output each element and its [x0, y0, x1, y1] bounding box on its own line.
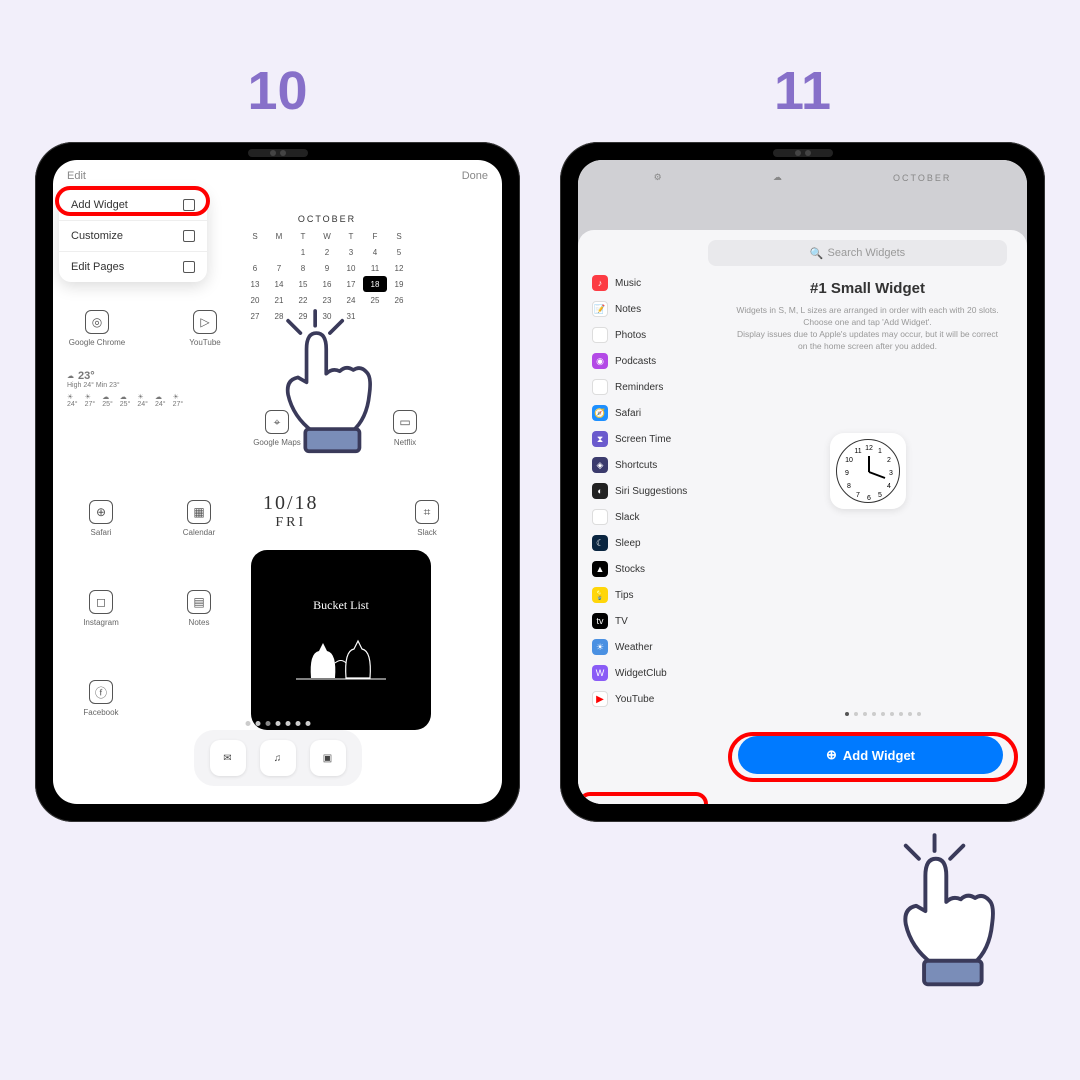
svg-text:9: 9 — [845, 470, 849, 477]
sidebar-app-notes[interactable]: 📝Notes — [586, 296, 708, 322]
app-slack-label: Slack — [417, 528, 437, 537]
highlight-add-button — [728, 732, 1018, 782]
sidebar-app-slack[interactable]: ⌗Slack — [586, 504, 708, 530]
date-value: 10/18 — [263, 492, 319, 515]
widget-desc-1: Widgets in S, M, L sizes are arranged in… — [728, 305, 1007, 329]
calendar-month: OCTOBER — [243, 214, 411, 224]
dock-mail-icon[interactable]: ✉ — [210, 740, 246, 776]
sidebar-app-youtube[interactable]: ▶YouTube — [586, 686, 708, 712]
svg-text:12: 12 — [865, 445, 873, 452]
day-value: FRI — [263, 515, 319, 531]
app-notes[interactable]: ▤Notes — [165, 590, 233, 627]
app-slack[interactable]: ⌗Slack — [393, 500, 461, 537]
app-sidebar: ♪Music📝Notes❀Photos◉Podcasts☰Reminders🧭S… — [578, 230, 708, 804]
dock-music-icon[interactable]: ♫ — [260, 740, 296, 776]
sidebar-app-photos[interactable]: ❀Photos — [586, 322, 708, 348]
weather-widget[interactable]: ☁ 23° High 24° Min 23° ☀24°☀27°☁25°☁25°☀… — [67, 370, 227, 408]
highlight-widgetclub — [578, 792, 708, 804]
ipad-frame-10: Edit Done Add Widget Customize Edit Page… — [35, 142, 520, 822]
dock: ✉ ♫ ▣ — [194, 730, 362, 786]
app-facebook[interactable]: ⓕFacebook — [67, 680, 135, 717]
sidebar-app-shortcuts[interactable]: ◈Shortcuts — [586, 452, 708, 478]
hand-pointer-icon-2 — [860, 830, 1030, 1005]
app-calendar[interactable]: ▦Calendar — [165, 500, 233, 537]
sidebar-app-screen-time[interactable]: ⧗Screen Time — [586, 426, 708, 452]
svg-text:8: 8 — [847, 483, 851, 490]
page-dots[interactable] — [245, 721, 310, 726]
svg-text:11: 11 — [854, 448, 861, 455]
svg-text:3: 3 — [889, 470, 893, 477]
menu-customize[interactable]: Customize — [59, 221, 207, 252]
sidebar-app-podcasts[interactable]: ◉Podcasts — [586, 348, 708, 374]
svg-text:10: 10 — [845, 457, 853, 464]
sidebar-app-sleep[interactable]: ☾Sleep — [586, 530, 708, 556]
sidebar-app-tv[interactable]: tvTV — [586, 608, 708, 634]
bg-month: OCTOBER — [893, 173, 951, 183]
step-number-11: 11 — [774, 60, 831, 122]
app-youtube[interactable]: ▷YouTube — [171, 310, 239, 347]
weather-sub: High 24° Min 23° — [67, 382, 227, 389]
sidebar-app-siri-suggestions[interactable]: ◐Siri Suggestions — [586, 478, 708, 504]
sidebar-app-safari[interactable]: 🧭Safari — [586, 400, 708, 426]
widget-title: #1 Small Widget — [728, 280, 1007, 297]
app-chrome-label: Google Chrome — [69, 338, 125, 347]
ipad-frame-11: ⚙☁OCTOBER 🔍 Search Widgets ♪Music📝Notes❀… — [560, 142, 1045, 822]
svg-text:5: 5 — [878, 492, 882, 499]
app-calendar-label: Calendar — [183, 528, 215, 537]
svg-text:6: 6 — [867, 495, 871, 502]
sidebar-app-weather[interactable]: ☀Weather — [586, 634, 708, 660]
menu-edit-pages[interactable]: Edit Pages — [59, 252, 207, 282]
app-facebook-label: Facebook — [83, 708, 118, 717]
app-youtube-label: YouTube — [189, 338, 220, 347]
dock-photos-icon[interactable]: ▣ — [310, 740, 346, 776]
step-number-10: 10 — [247, 60, 307, 122]
svg-text:2: 2 — [887, 457, 891, 464]
weather-temp: 23° — [78, 370, 95, 382]
clock-widget-preview[interactable]: 12 3 6 9 12 45 78 1011 — [830, 433, 906, 509]
pages-icon — [183, 261, 195, 273]
bucket-title: Bucket List — [313, 598, 369, 613]
app-notes-label: Notes — [189, 618, 210, 627]
sidebar-app-widgetclub[interactable]: WWidgetClub — [586, 660, 708, 686]
done-button[interactable]: Done — [462, 170, 488, 182]
date-widget[interactable]: 10/18 FRI — [263, 492, 319, 531]
edit-button[interactable]: Edit — [67, 170, 86, 182]
menu-customize-label: Customize — [71, 230, 123, 242]
app-chrome[interactable]: ◎Google Chrome — [63, 310, 131, 347]
app-instagram-label: Instagram — [83, 618, 119, 627]
customize-icon — [183, 230, 195, 242]
svg-text:4: 4 — [887, 483, 891, 490]
svg-text:7: 7 — [856, 492, 860, 499]
sidebar-app-stocks[interactable]: ▲Stocks — [586, 556, 708, 582]
svg-text:1: 1 — [878, 448, 882, 455]
app-safari-label: Safari — [91, 528, 112, 537]
sidebar-app-tips[interactable]: 💡Tips — [586, 582, 708, 608]
app-instagram[interactable]: ◻Instagram — [67, 590, 135, 627]
hand-pointer-icon — [250, 306, 400, 471]
bucket-widget[interactable]: Bucket List — [251, 550, 431, 730]
widget-picker-sheet: 🔍 Search Widgets ♪Music📝Notes❀Photos◉Pod… — [578, 230, 1027, 804]
menu-edit-pages-label: Edit Pages — [71, 261, 124, 273]
sidebar-app-music[interactable]: ♪Music — [586, 270, 708, 296]
sidebar-app-reminders[interactable]: ☰Reminders — [586, 374, 708, 400]
widget-desc-2: Display issues due to Apple's updates ma… — [728, 329, 1007, 353]
widget-page-dots[interactable] — [845, 712, 921, 716]
app-safari[interactable]: ⊕Safari — [67, 500, 135, 537]
highlight-add-widget — [55, 186, 210, 216]
